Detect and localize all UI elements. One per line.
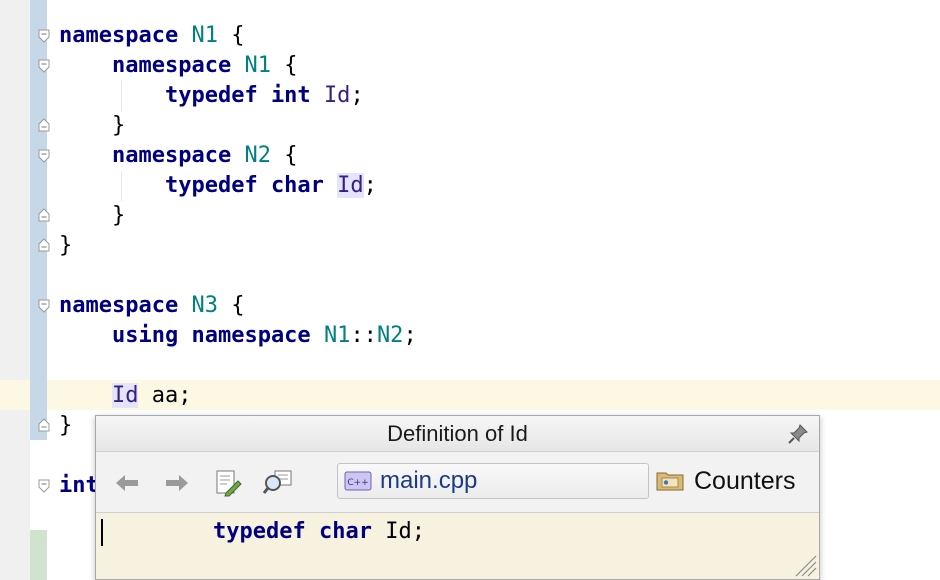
code-line[interactable]: typedef char Id; (59, 171, 417, 201)
code-line[interactable]: Id aa; (59, 381, 417, 411)
code-token: Id (323, 83, 351, 108)
folder-icon (656, 472, 684, 491)
file-name: main.cpp (380, 467, 478, 494)
fold-close-icon[interactable] (38, 208, 50, 222)
code-token: Id (111, 383, 139, 408)
popup-title-bar[interactable]: Definition of Id (96, 416, 819, 452)
code-token: ; (350, 83, 364, 108)
fold-open-icon[interactable] (38, 59, 50, 73)
code-line[interactable]: } (59, 231, 417, 261)
code-line[interactable]: namespace N1 { (59, 21, 417, 51)
editor-gutter (0, 0, 30, 580)
fold-open-icon[interactable] (38, 149, 50, 163)
svg-text:C++: C++ (347, 478, 368, 488)
code-line[interactable] (59, 351, 417, 381)
code-token: namespace (59, 293, 179, 318)
back-arrow-icon[interactable] (112, 469, 142, 497)
code-token: } (59, 233, 73, 258)
code-line[interactable]: typedef int Id; (59, 81, 417, 111)
find-usages-icon[interactable] (263, 469, 293, 497)
definition-preview[interactable]: typedef char Id; (96, 513, 819, 579)
file-selector[interactable]: C++ main.cpp (337, 463, 649, 499)
popup-title: Definition of Id (387, 421, 528, 446)
code-token: ; (403, 323, 417, 348)
fold-open-icon[interactable] (38, 299, 50, 313)
code-token: using (111, 323, 179, 348)
popup-toolbar: C++ main.cpp Counters (96, 452, 819, 513)
code-token: typedef (164, 83, 258, 108)
pin-icon[interactable] (787, 423, 809, 445)
code-line[interactable]: using namespace N1::N2; (59, 321, 417, 351)
code-token: } (111, 113, 126, 138)
resize-grip-icon[interactable] (791, 551, 817, 577)
code-token: } (59, 413, 73, 438)
code-token: { (270, 143, 298, 168)
code-line[interactable]: namespace N3 { (59, 291, 417, 321)
code-token: int (270, 83, 311, 108)
fold-open-icon[interactable] (38, 479, 50, 493)
code-token: N3 (191, 293, 218, 318)
code-token: N1 (244, 53, 271, 78)
code-token: Id (337, 173, 364, 198)
fold-open-icon[interactable] (38, 29, 50, 43)
code-token: { (217, 293, 245, 318)
code-token: aa; (138, 383, 192, 408)
code-token: namespace (111, 53, 232, 78)
code-token: namespace (191, 323, 311, 348)
code-token: { (270, 53, 298, 78)
code-token: namespace (59, 23, 179, 48)
code-token: int (59, 473, 99, 498)
code-token: } (111, 203, 126, 228)
code-token: { (217, 23, 245, 48)
code-token: namespace (111, 143, 232, 168)
fold-close-icon[interactable] (38, 418, 50, 432)
code-line[interactable] (59, 261, 417, 291)
code-token: N2 (376, 323, 404, 348)
code-token: typedef (164, 173, 258, 198)
code-token: :: (350, 323, 377, 348)
code-token: char (270, 173, 324, 198)
code-token: N1 (323, 323, 351, 348)
edit-source-icon[interactable] (213, 469, 243, 497)
code-token: N2 (244, 143, 271, 168)
code-token: ; (363, 173, 377, 198)
cpp-file-icon: C++ (344, 471, 372, 491)
code-token: N1 (191, 23, 218, 48)
code-line[interactable]: namespace N2 { (59, 141, 417, 171)
text-caret (101, 519, 103, 546)
forward-arrow-icon[interactable] (162, 469, 192, 497)
quick-definition-popup: Definition of Id C++ main.cpp Counters t… (95, 415, 820, 580)
code-line[interactable]: namespace N1 { (59, 51, 417, 81)
fold-close-icon[interactable] (38, 118, 50, 132)
scope-label[interactable]: Counters (694, 467, 795, 495)
fold-close-icon[interactable] (38, 238, 50, 252)
code-line[interactable]: } (59, 111, 417, 141)
definition-code: typedef char Id; (213, 519, 425, 544)
code-line[interactable]: } (59, 201, 417, 231)
added-marker-bar[interactable] (30, 530, 47, 580)
